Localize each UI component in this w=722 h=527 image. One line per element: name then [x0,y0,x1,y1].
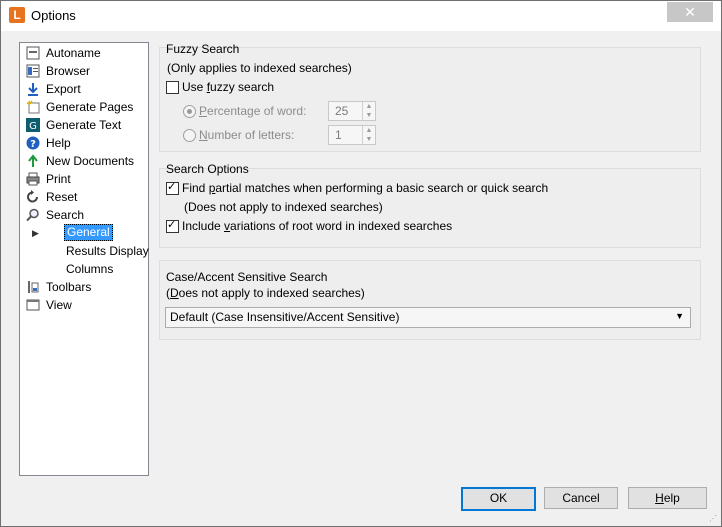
fuzzy-search-title: Fuzzy Search [166,42,240,56]
tree-item-label: New Documents [46,154,135,168]
tree-item-label: Toolbars [46,280,92,294]
generate-text-icon: G [26,118,40,132]
spin-arrows-icon[interactable]: ▲ ▼ [362,126,375,144]
ok-button[interactable]: OK [461,487,536,511]
options-tree: Autoname Browser Export Generate Pages G… [19,42,149,476]
close-icon: ✕ [684,4,696,20]
help-icon: ? [26,136,40,150]
new-documents-icon [28,154,38,167]
toolbars-icon [28,281,39,293]
case-accent-selected: Default (Case Insensitive/Accent Sensiti… [170,310,400,324]
spin-arrows-icon[interactable]: ▲ ▼ [362,102,375,120]
use-fuzzy-label: Use fuzzy search [182,80,275,94]
tree-item-label: Search [46,208,85,222]
tree-item-label: Generate Text [46,118,122,132]
tree-item-label: Generate Pages [46,100,134,114]
print-icon [26,172,40,186]
tree-item-label: Print [46,172,71,186]
cancel-button[interactable]: Cancel [544,487,618,509]
tree-item-label: Browser [46,64,91,78]
tree-item-label: Autoname [46,46,101,60]
case-accent-select[interactable]: Default (Case Insensitive/Accent Sensiti… [165,307,691,328]
number-of-letters-radio[interactable] [183,129,196,142]
search-icon [26,208,39,222]
tree-item-label: General [64,224,113,241]
expand-arrow-icon: ▶ [32,228,39,238]
use-fuzzy-checkbox[interactable] [166,81,179,94]
browser-icon [26,64,40,78]
percentage-value: 25 [335,104,349,118]
case-accent-title: Case/Accent Sensitive Search [166,270,328,284]
close-button[interactable]: ✕ [667,2,713,22]
percentage-stepper[interactable]: 25 ▲ ▼ [328,101,376,121]
export-arrow-icon [28,83,38,96]
fuzzy-note: (Only applies to indexed searches) [167,61,352,75]
svg-text:G: G [29,121,37,132]
search-options-title: Search Options [166,162,249,176]
tree-item-label: Reset [46,190,78,204]
resize-grip-icon[interactable]: ⋰ [709,514,719,524]
help-button[interactable]: Help [628,487,707,509]
partial-matches-note: (Does not apply to indexed searches) [184,200,383,214]
partial-matches-checkbox[interactable] [166,180,179,195]
partial-matches-label: Find partial matches when performing a b… [182,181,549,195]
window-title: Options [31,8,76,23]
tree-item-label: Help [46,136,71,150]
view-icon [26,299,40,311]
tree-item-label: View [46,298,72,312]
tree-item-label: Export [46,82,81,96]
percentage-label: Percentage of word: [199,104,307,118]
tree-item-label: Columns [66,262,114,276]
title-bar: L Options ✕ [1,1,721,31]
tree-item-label: Results Display [66,244,149,258]
number-of-letters-value: 1 [335,128,342,142]
root-variations-checkbox[interactable] [166,218,179,233]
app-logo-icon: L [9,7,25,23]
reset-icon [27,190,38,203]
svg-text:?: ? [30,139,36,150]
case-accent-note: (Does not apply to indexed searches) [166,286,365,300]
root-variations-label: Include variations of root word in index… [182,219,453,233]
dropdown-caret-icon: ▼ [675,311,684,321]
percentage-radio[interactable] [183,105,196,118]
generate-pages-icon [26,100,40,114]
autoname-icon [26,46,40,60]
number-of-letters-stepper[interactable]: 1 ▲ ▼ [328,125,376,145]
number-of-letters-label: Number of letters: [199,128,295,142]
options-dialog: L Options ✕ Autoname Browser Export Gene… [0,0,722,527]
